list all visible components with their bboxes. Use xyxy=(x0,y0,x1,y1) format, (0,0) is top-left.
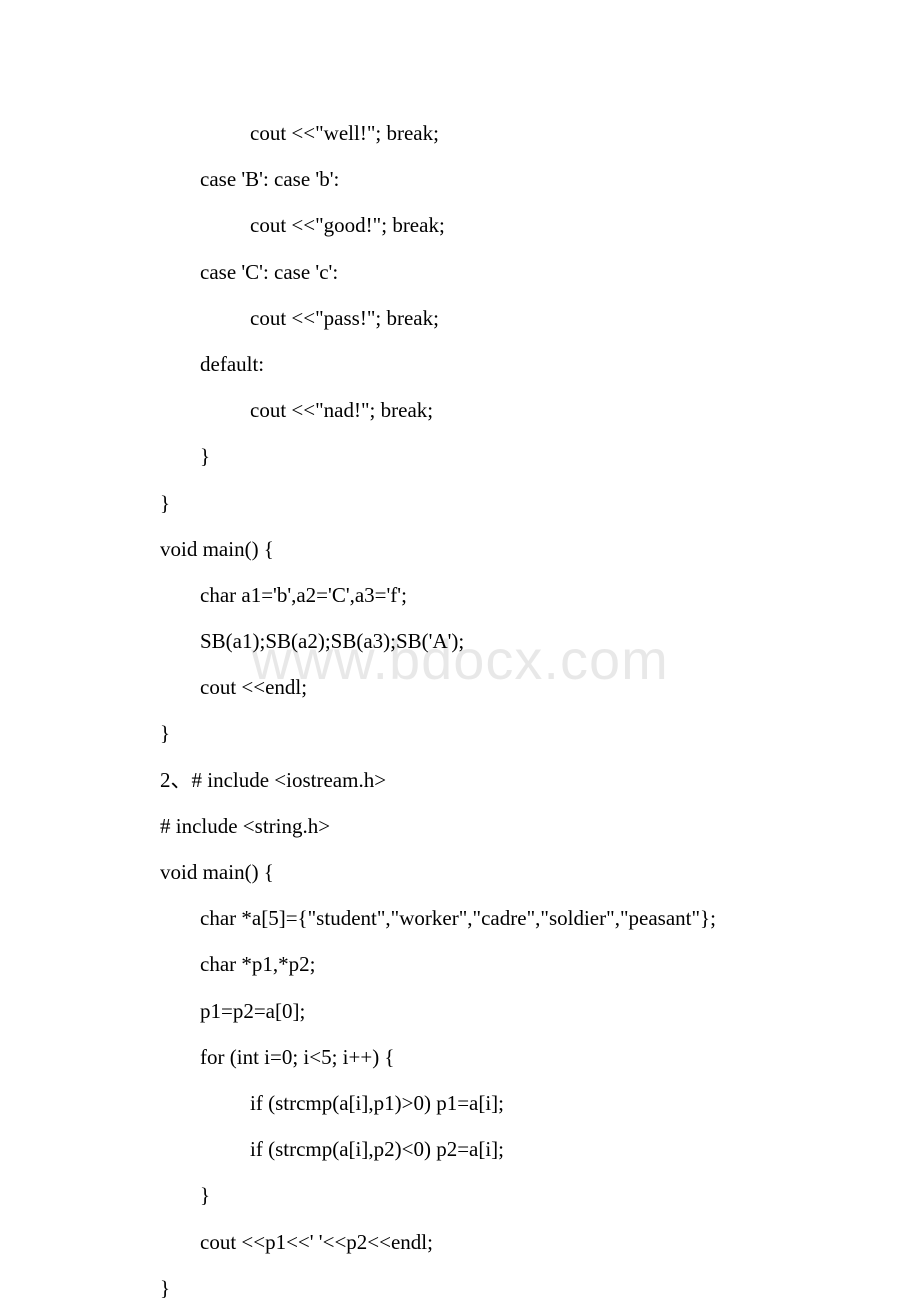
code-line: default: xyxy=(160,341,790,387)
code-line: SB(a1);SB(a2);SB(a3);SB('A'); xyxy=(160,618,790,664)
code-line: cout <<"well!"; break; xyxy=(160,110,790,156)
code-line: } xyxy=(160,433,790,479)
code-line: if (strcmp(a[i],p2)<0) p2=a[i]; xyxy=(160,1126,790,1172)
code-line: char a1='b',a2='C',a3='f'; xyxy=(160,572,790,618)
code-line: case 'C': case 'c': xyxy=(160,249,790,295)
code-line: if (strcmp(a[i],p1)>0) p1=a[i]; xyxy=(160,1080,790,1126)
code-line: char *a[5]={"student","worker","cadre","… xyxy=(160,895,790,941)
code-line: p1=p2=a[0]; xyxy=(160,988,790,1034)
code-line: case 'B': case 'b': xyxy=(160,156,790,202)
code-line: cout <<p1<<' '<<p2<<endl; xyxy=(160,1219,790,1265)
code-line: cout <<"good!"; break; xyxy=(160,202,790,248)
code-block: cout <<"well!"; break;case 'B': case 'b'… xyxy=(160,110,790,1311)
code-line: } xyxy=(160,1172,790,1218)
code-line: } xyxy=(160,710,790,756)
code-line: for (int i=0; i<5; i++) { xyxy=(160,1034,790,1080)
code-line: 2、# include <iostream.h> xyxy=(160,757,790,803)
code-line: } xyxy=(160,480,790,526)
code-line: void main() { xyxy=(160,526,790,572)
code-line: cout <<"pass!"; break; xyxy=(160,295,790,341)
code-line: void main() { xyxy=(160,849,790,895)
code-line: char *p1,*p2; xyxy=(160,941,790,987)
code-line: cout <<"nad!"; break; xyxy=(160,387,790,433)
code-line: } xyxy=(160,1265,790,1311)
code-line: # include <string.h> xyxy=(160,803,790,849)
code-line: cout <<endl; xyxy=(160,664,790,710)
